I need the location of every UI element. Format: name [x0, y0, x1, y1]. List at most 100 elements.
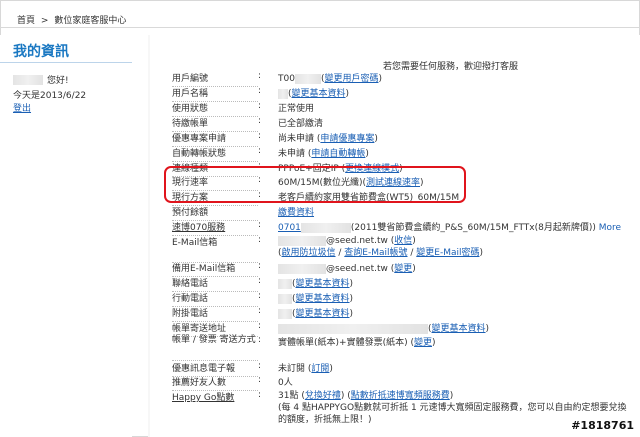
label-referrals: 推薦好友人數	[172, 378, 227, 388]
breadcrumb-current: 數位家庭客服中心	[54, 16, 127, 26]
highlight-box	[164, 166, 466, 203]
colon: :	[258, 101, 262, 111]
blurred-address	[278, 323, 428, 334]
change-email-password-link[interactable]: 變更E-Mail密碼	[416, 248, 479, 258]
voip070-service-link[interactable]: 速博070服務	[172, 220, 225, 233]
row-status: 使用狀態 : 正常使用	[172, 101, 632, 117]
row-mobile: 行動電話 : (變更基本資料)	[172, 291, 632, 307]
value-user-name: (變更基本資料)	[278, 86, 349, 99]
blurred-user-name	[278, 88, 288, 99]
row-epaper: 優惠訊息電子報 : 未訂閱 (訂閱)	[172, 361, 632, 377]
change-ext-phone-link[interactable]: 變更基本資料	[296, 309, 350, 319]
user-id-text: T00	[278, 74, 295, 84]
label-user-id: 用戶編號	[172, 74, 209, 84]
today-date: 今天是2013/6/22	[13, 91, 87, 101]
label-bill-method: 帳單 / 發票 寄送方式	[172, 335, 256, 345]
colon: :	[258, 390, 262, 400]
value-bill-method: 實體帳單(紙本)+實體發票(紙本) (變更)	[278, 338, 436, 348]
points-offset-link[interactable]: 點數折抵速博寬頻服務費	[351, 391, 450, 401]
happygo-points-link[interactable]: Happy Go點數	[172, 390, 234, 403]
value-voip070: 0701 (2011雙省節費盒續約_P&S_60M/15M_FTTx(8月起新牌價…	[278, 220, 621, 233]
blurred-email	[278, 235, 326, 246]
label-email: E-Mail信箱	[172, 238, 218, 248]
change-bill-method-link[interactable]: 變更	[414, 338, 432, 348]
label-status: 使用狀態	[172, 104, 209, 114]
blurred-user-id	[294, 73, 321, 84]
value-auto-transfer: 未申請 (申請自動轉帳)	[278, 149, 369, 159]
colon: :	[258, 116, 262, 126]
row-user-id: 用戶編號 : T00 (變更用戶密碼)	[172, 71, 632, 87]
check-mail-link[interactable]: 收信	[394, 236, 412, 246]
greeting-text: 您好!	[47, 76, 69, 86]
label-epaper: 優惠訊息電子報	[172, 364, 236, 374]
watermark: #1818761	[571, 419, 634, 432]
row-auto-transfer: 自動轉帳狀態 : 未申請 (申請自動轉帳)	[172, 146, 632, 162]
blurred-ext-phone	[278, 308, 292, 319]
colon: :	[258, 306, 262, 316]
row-email: E-Mail信箱 : @seed.net.tw (收信) (啟用防垃圾信 / 查詢…	[172, 235, 632, 263]
more-link[interactable]: More	[599, 223, 621, 233]
change-phone-link[interactable]: 變更基本資料	[296, 279, 350, 289]
colon: :	[258, 261, 262, 271]
colon: :	[258, 146, 262, 156]
value-epaper: 未訂閱 (訂閱)	[278, 364, 333, 374]
subscribe-link[interactable]: 訂閱	[311, 364, 329, 374]
label-user-name: 用戶名稱	[172, 89, 209, 99]
breadcrumb-separator: >	[40, 16, 49, 26]
apply-auto-transfer-link[interactable]: 申請自動轉帳	[311, 149, 365, 159]
label-promo: 優惠專案申請	[172, 134, 227, 144]
row-promo: 優惠專案申請 : 尚未申請 (申請優惠專案)	[172, 131, 632, 147]
breadcrumb-home[interactable]: 首頁	[17, 16, 35, 26]
row-pending-bills: 待繳帳單 : 已全部繳清	[172, 116, 632, 132]
logout-link[interactable]: 登出	[13, 101, 31, 114]
apply-promo-link[interactable]: 申請優惠專案	[320, 134, 374, 144]
row-bill-method: 帳單 / 發票 寄送方式 : 實體帳單(紙本)+實體發票(紙本) (變更)	[172, 335, 632, 361]
redeem-gifts-link[interactable]: 兌換好禮	[305, 391, 341, 401]
value-phone: (變更基本資料)	[278, 276, 353, 289]
label-prepay: 預付餘額	[172, 208, 209, 218]
value-prepay: 繳費資料	[278, 205, 314, 218]
main-panel: 若您需要任何服務，歡迎撥打客服 用戶編號 : T00 (變更用戶密碼) 用戶名稱 …	[150, 35, 640, 437]
row-happygo: Happy Go點數 : 31點 (兌換好禮) (點數折抵速博寬頻服務費) (每 …	[172, 390, 632, 425]
blurred-phone	[278, 278, 292, 289]
label-billing-address: 帳單寄送地址	[172, 324, 227, 334]
change-backup-email-link[interactable]: 變更	[394, 264, 412, 274]
row-phone: 聯絡電話 : (變更基本資料)	[172, 276, 632, 292]
value-email: @seed.net.tw (收信) (啟用防垃圾信 / 查詢E-Mail帳號 / …	[278, 235, 484, 258]
change-mobile-link[interactable]: 變更基本資料	[296, 294, 350, 304]
blurred-voip070	[300, 222, 351, 233]
greeting-row: 您好!	[13, 73, 69, 86]
label-ext-phone: 附掛電話	[172, 309, 209, 319]
change-basic-info-link[interactable]: 變更基本資料	[292, 89, 346, 99]
value-promo: 尚未申請 (申請優惠專案)	[278, 134, 378, 144]
colon: :	[258, 235, 262, 245]
row-voip070: 速博070服務 : 0701 (2011雙省節費盒續約_P&S_60M/15M_F…	[172, 220, 632, 236]
row-prepay: 預付餘額 繳費資料	[172, 205, 632, 221]
backup-email-domain: @seed.net.tw	[326, 264, 388, 274]
colon: :	[258, 71, 262, 81]
value-user-id: T00 (變更用戶密碼)	[278, 73, 382, 84]
happygo-points: 31點	[278, 391, 299, 401]
label-mobile: 行動電話	[172, 294, 209, 304]
sidebar: 我的資訊 您好! 今天是2013/6/22 登出	[0, 35, 132, 437]
bill-method-text: 實體帳單(紙本)+實體發票(紙本)	[278, 338, 408, 348]
colon: :	[258, 220, 262, 230]
row-user-name: 用戶名稱 : (變更基本資料)	[172, 86, 632, 102]
value-pending-bills: 已全部繳清	[278, 119, 324, 129]
voip070-number[interactable]: 0701	[278, 223, 301, 233]
change-address-link[interactable]: 變更基本資料	[432, 324, 486, 334]
label-pending-bills: 待繳帳單	[172, 119, 209, 129]
change-user-password-link[interactable]: 變更用戶密碼	[324, 74, 378, 84]
header-divider	[0, 27, 640, 28]
label-auto-transfer: 自動轉帳狀態	[172, 149, 227, 159]
sidebar-divider	[0, 62, 132, 63]
payment-info-link[interactable]: 繳費資料	[278, 208, 314, 218]
colon: :	[258, 335, 262, 345]
email-domain: @seed.net.tw	[326, 236, 388, 246]
query-email-account-link[interactable]: 查詢E-Mail帳號	[344, 248, 407, 258]
epaper-status: 未訂閱	[278, 364, 306, 374]
colon: :	[258, 131, 262, 141]
colon: :	[258, 375, 262, 385]
enable-antispam-link[interactable]: 啟用防垃圾信	[282, 248, 336, 258]
row-backup-email: 備用E-Mail信箱 : @seed.net.tw (變更)	[172, 261, 632, 277]
